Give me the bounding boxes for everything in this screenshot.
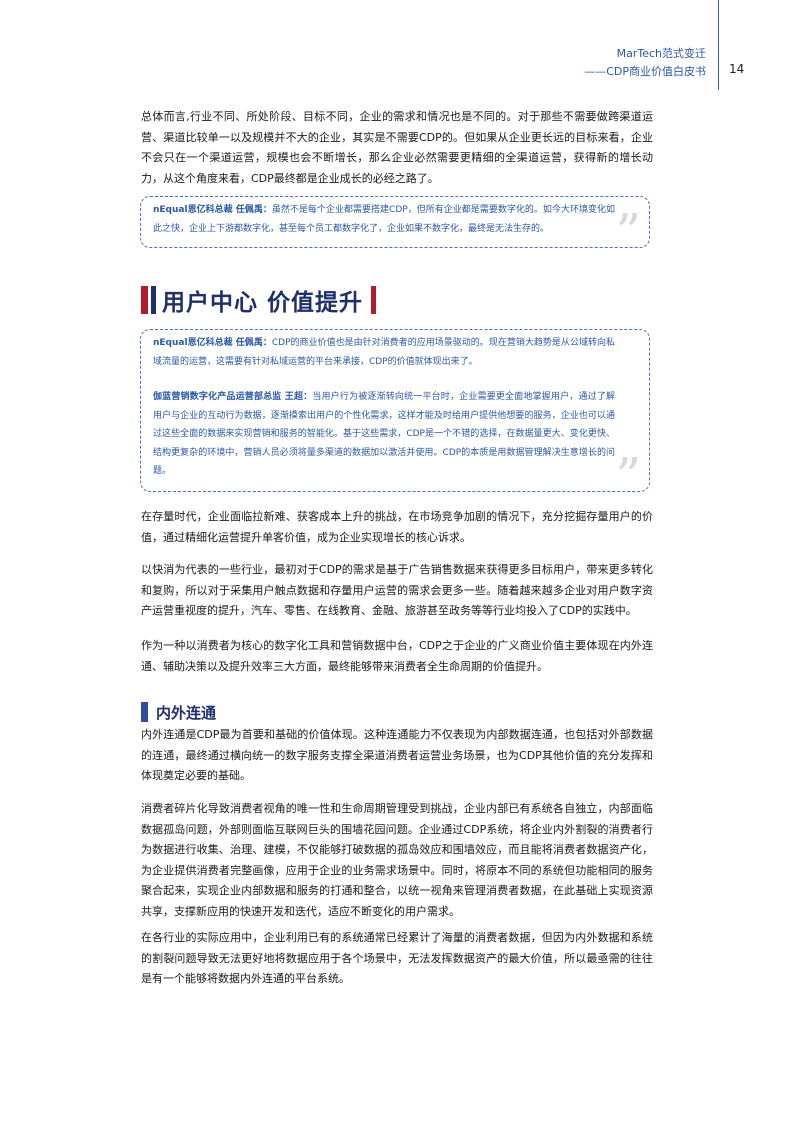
subsection-bar xyxy=(141,702,148,722)
quote-2-paragraph-2: 伽蓝营销数字化产品运营部总监 王超：当用户行为被逐渐转向统一平台时，企业需要更全… xyxy=(153,388,615,481)
quote-mark-icon: ” xyxy=(615,203,641,261)
header-title: MarTech范式变迁 xyxy=(616,47,706,60)
quote-box-2: nEqual恩亿科总裁 任佩禹：CDP的商业价值也是由针对消费者的应用场景驱动的… xyxy=(140,329,650,501)
subsection-title: 内外连通 xyxy=(156,703,217,722)
quote-2-paragraph-1: nEqual恩亿科总裁 任佩禹：CDP的商业价值也是由针对消费者的应用场景驱动的… xyxy=(153,334,615,371)
quote-2-speaker-1: nEqual恩亿科总裁 任佩禹： xyxy=(153,338,272,348)
header-divider xyxy=(718,0,719,90)
quote-2-text-2: 当用户行为被逐渐转向统一平台时，企业需要更全面地掌握用户，通过了解用户与企业的互… xyxy=(153,392,615,476)
intro-paragraph: 总体而言,行业不同、所处阶段、目标不同，企业的需求和情况也是不同的。对于那些不需… xyxy=(141,110,653,185)
quote-2-speaker-2: 伽蓝营销数字化产品运营部总监 王超： xyxy=(153,392,313,402)
paragraph-7: 在各行业的实际应用中，企业利用已有的系统通常已经累计了海量的消费者数据，但因为内… xyxy=(141,931,653,985)
quote-1-paragraph: nEqual恩亿科总裁 任佩禹：虽然不是每个企业都需要搭建CDP，但所有企业都是… xyxy=(153,201,615,238)
heading-bar-red xyxy=(141,286,148,314)
section-title: 用户中心 价值提升 xyxy=(162,290,364,316)
quote-1-speaker: nEqual恩亿科总裁 任佩禹： xyxy=(153,205,272,215)
paragraph-4: 作为一种以消费者为核心的数字化工具和营销数据中台，CDP之于企业的广义商业价值主… xyxy=(141,639,653,673)
paragraph-5: 内外连通是CDP最为首要和基础的价值体现。这种连通能力不仅表现为内部数据连通，也… xyxy=(141,728,653,782)
paragraph-6: 消费者碎片化导致消费者视角的唯一性和生命周期管理受到挑战，企业内部已有系统各自独… xyxy=(141,802,653,918)
subsection-heading: 内外连通 xyxy=(141,700,216,724)
quote-mark-icon: ” xyxy=(615,447,641,505)
section-heading: 用户中心 价值提升 xyxy=(141,282,377,318)
paragraph-2: 在存量时代，企业面临拉新难、获客成本上升的挑战，在市场竞争加剧的情况下，充分挖掘… xyxy=(141,510,653,544)
header-subtitle: ——CDP商业价值白皮书 xyxy=(584,65,706,78)
heading-bar-navy xyxy=(151,286,156,314)
page-number: 14 xyxy=(729,62,745,76)
paragraph-3: 以快消为代表的一些行业，最初对于CDP的需求是基于广告销售数据来获得更多目标用户… xyxy=(141,563,653,617)
heading-bar-red-right xyxy=(371,286,377,314)
quote-box-1: nEqual恩亿科总裁 任佩禹：虽然不是每个企业都需要搭建CDP，但所有企业都是… xyxy=(140,196,650,257)
